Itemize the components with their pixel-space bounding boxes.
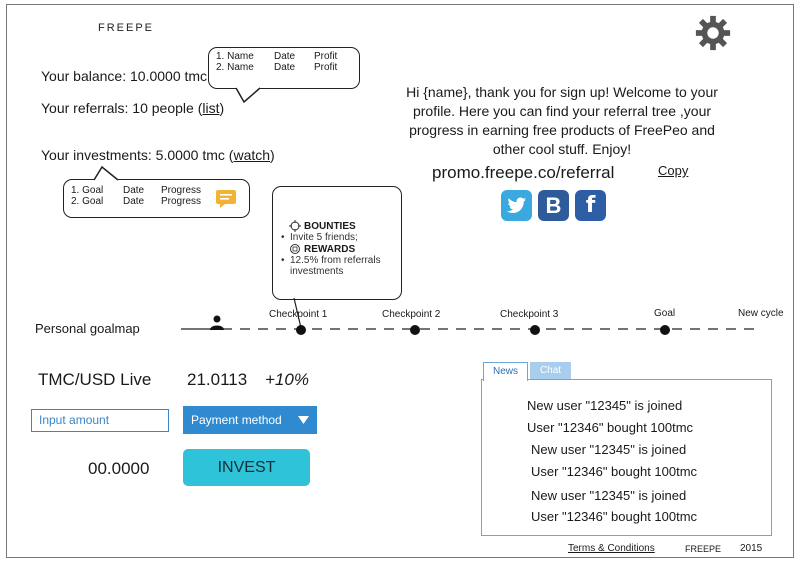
rewards-item: 12.5% from referrals investments	[279, 255, 395, 277]
caret-down-icon	[298, 416, 309, 424]
bounties-item: Invite 5 friends;	[279, 232, 395, 243]
target-icon	[289, 220, 301, 232]
investments-popup-tail	[93, 166, 119, 181]
copy-button[interactable]: Copy	[658, 163, 688, 178]
footer-brand: FREEPE	[685, 544, 722, 554]
news-item: User "12346" bought 100tmc	[531, 509, 698, 524]
goal-label: Goal	[654, 308, 676, 319]
footer-year: 2015	[740, 543, 763, 554]
news-item: New user "12345" is joined	[531, 442, 687, 457]
tab-news[interactable]: News	[483, 362, 529, 381]
ticker-change: +10%	[265, 370, 309, 389]
invest-button[interactable]: INVEST	[183, 449, 310, 486]
goal-popup: BOUNTIES Invite 5 friends; REWARDS 12.5%…	[272, 186, 402, 300]
news-item: User "12346" bought 100tmc	[531, 464, 698, 479]
goalmap-label: Personal goalmap	[35, 321, 140, 336]
investments-close: )	[270, 147, 275, 163]
popup-row: 1. Name Date Profit	[216, 51, 338, 62]
ticker-pair: TMC/USD Live	[38, 370, 152, 389]
referrals-popup-tail	[235, 87, 261, 103]
tab-chat[interactable]: Chat	[530, 362, 571, 380]
checkpoint-1-marker[interactable]	[296, 325, 306, 335]
brand-logo: FREEPE	[98, 22, 155, 34]
referrals-text: Your referrals: 10 people (list)	[41, 100, 224, 116]
comment-icon[interactable]	[215, 189, 237, 209]
payment-method-label: Payment method	[191, 413, 282, 427]
user-icon	[210, 315, 224, 330]
checkpoint-2-label: Checkpoint 2	[382, 309, 441, 320]
promo-link[interactable]: promo.freepe.co/referral	[432, 163, 614, 183]
checkpoint-3-label: Checkpoint 3	[500, 309, 559, 320]
referrals-close: )	[219, 100, 225, 116]
referrals-popup: 1. Name Date Profit 2. Name Date Profit	[208, 47, 360, 89]
rewards-heading: REWARDS	[289, 243, 395, 255]
checkpoint-2-marker[interactable]	[410, 325, 420, 335]
goal-marker[interactable]	[660, 325, 670, 335]
checkpoint-3-marker[interactable]	[530, 325, 540, 335]
vk-icon[interactable]: B	[538, 190, 569, 221]
news-item: New user "12345" is joined	[531, 488, 687, 503]
investments-text: Your investments: 5.0000 tmc (watch)	[41, 147, 275, 163]
news-item: User "12346" bought 100tmc	[527, 420, 694, 435]
ticker-rate: 21.0113	[187, 370, 248, 389]
new-cycle-label: New cycle	[738, 308, 784, 319]
amount-input[interactable]: Input amount	[31, 409, 169, 432]
facebook-icon[interactable]: f	[575, 190, 606, 221]
referrals-label: Your referrals: 10 people (	[41, 100, 203, 116]
payment-method-select[interactable]: Payment method	[183, 406, 317, 434]
welcome-message: Hi {name}, thank you for sign up! Welcom…	[406, 84, 718, 157]
bounties-heading: BOUNTIES	[289, 220, 395, 232]
investments-label: Your investments: 5.0000 tmc (	[41, 147, 234, 163]
checkpoint-1-label: Checkpoint 1	[269, 309, 328, 320]
investments-watch-link[interactable]: watch	[233, 147, 270, 163]
news-item: New user "12345" is joined	[527, 398, 683, 413]
gift-icon	[290, 244, 300, 254]
referrals-list-link[interactable]: list	[202, 100, 219, 116]
twitter-icon[interactable]	[501, 190, 532, 221]
balance-text: Your balance: 10.0000 tmc	[41, 68, 208, 84]
amount-value: 00.0000	[88, 459, 150, 478]
terms-link[interactable]: Terms & Conditions	[568, 543, 655, 554]
gear-icon[interactable]	[694, 14, 732, 52]
popup-row: 2. Name Date Profit	[216, 62, 338, 73]
